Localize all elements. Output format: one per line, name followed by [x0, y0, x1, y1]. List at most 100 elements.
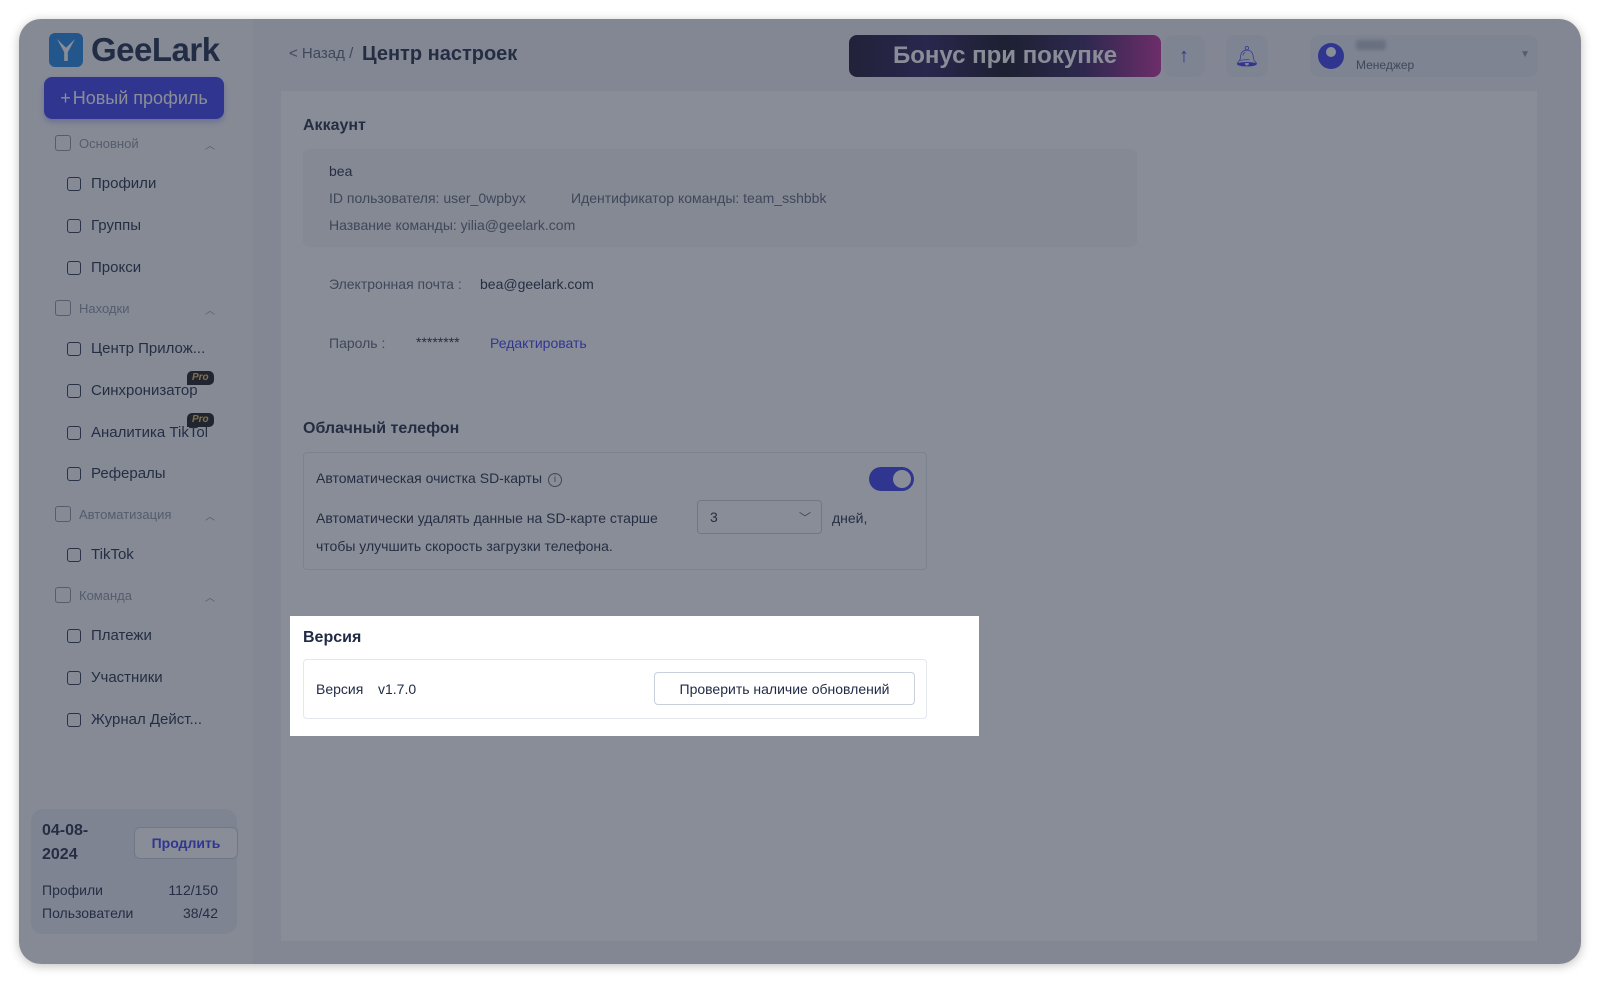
email-label: Электронная почта : — [329, 276, 462, 292]
chart-line-icon — [67, 425, 81, 440]
page-title: Центр настроек — [362, 43, 518, 65]
profiles-usage-value: 112/150 — [168, 882, 218, 898]
nav-section-label: Находки — [79, 300, 130, 316]
users-usage-value: 38/42 — [182, 905, 218, 921]
chevron-up-icon: ︿ — [205, 141, 215, 152]
sidebar-item-profiles[interactable]: Профили — [67, 175, 227, 192]
nav-section-automation[interactable]: Автоматизация ︿ — [55, 506, 215, 523]
sync-icon — [67, 383, 81, 398]
sidebar-item-label: Профили — [91, 175, 157, 192]
app-window: GeeLark + Новый профиль Основной ︿ Профи… — [19, 19, 1581, 964]
new-profile-button[interactable]: + Новый профиль — [44, 77, 224, 119]
team-id: Идентификатор команды: team_sshbbk — [571, 190, 827, 206]
geelark-logo-icon — [49, 33, 83, 67]
account-section-title: Аккаунт — [303, 117, 366, 134]
promo-banner[interactable]: Бонус при покупке — [849, 35, 1161, 77]
subscription-card: 04-08-2024 Продлить Профили 112/150 Поль… — [31, 809, 238, 934]
nav-section-label: Основной — [79, 135, 139, 151]
wallet-icon — [67, 628, 81, 643]
tiktok-icon — [67, 547, 81, 562]
sidebar-item-tiktok[interactable]: TikTok — [67, 546, 227, 563]
cloud-phone-section-title: Облачный телефон — [303, 420, 460, 437]
chevron-down-icon: ﹀ — [798, 511, 811, 525]
nav-section-team[interactable]: Команда ︿ — [55, 587, 215, 604]
notifications-button[interactable]: 🔔︎ — [1226, 35, 1268, 77]
sidebar-item-label: Центр Прилож... — [91, 340, 206, 357]
sidebar-item-activity-log[interactable]: Журнал Дейст... — [67, 711, 227, 728]
nav-section-label: Команда — [79, 587, 132, 603]
version-label: Версия — [316, 681, 364, 697]
plus-icon: + — [60, 87, 71, 108]
user-menu[interactable]: Менеджер ▼ — [1310, 35, 1538, 77]
users-usage: Пользователи 38/42 — [42, 905, 218, 921]
password-label: Пароль : — [329, 335, 386, 351]
auto-clean-toggle[interactable] — [869, 467, 914, 491]
app-name: GeeLark — [91, 31, 220, 68]
sidebar-item-label: Платежи — [91, 627, 152, 644]
upload-button[interactable]: ↑ — [1163, 35, 1205, 77]
delete-suffix: дней, — [832, 510, 868, 526]
avatar — [1318, 43, 1344, 69]
cloud-phone-card: Автоматическая очистка SD-карты i Автомат… — [303, 452, 927, 570]
edit-password-link[interactable]: Редактировать — [490, 335, 587, 351]
user-id: ID пользователя: user_0wpbyx — [329, 190, 526, 206]
sidebar-item-proxy[interactable]: Прокси — [67, 259, 227, 276]
sidebar-item-payments[interactable]: Платежи — [67, 627, 227, 644]
list-icon — [67, 218, 81, 233]
team-icon — [55, 587, 71, 603]
automation-icon — [55, 506, 71, 522]
account-card: bea ID пользователя: user_0wpbyx Идентиф… — [303, 149, 1137, 247]
caret-down-icon: ▼ — [1520, 49, 1530, 60]
version-section-title: Версия — [303, 629, 362, 646]
sidebar-item-label: Синхронизатор — [91, 382, 198, 399]
version-value: v1.7.0 — [378, 681, 417, 697]
chevron-up-icon: ︿ — [205, 512, 215, 523]
days-select[interactable]: 3 ﹀ — [697, 500, 822, 534]
bell-icon: 🔔︎ — [1234, 45, 1260, 68]
profiles-icon — [67, 176, 81, 191]
arrow-up-icon: ↑ — [1179, 44, 1189, 67]
network-icon — [67, 260, 81, 275]
users-usage-label: Пользователи — [42, 905, 134, 921]
nav-section-label: Автоматизация — [79, 506, 172, 522]
sidebar-item-label: Рефералы — [91, 465, 166, 482]
sidebar-item-label: TikTok — [91, 546, 134, 563]
profiles-usage-label: Профили — [42, 882, 103, 898]
subscription-date: 04-08-2024 — [42, 822, 89, 863]
user-name-redacted — [1356, 40, 1386, 50]
renew-button[interactable]: Продлить — [134, 827, 238, 859]
new-profile-label: Новый профиль — [72, 87, 208, 108]
account-username: bea — [329, 163, 353, 179]
email-value: bea@geelark.com — [480, 276, 594, 292]
team-name: Название команды: yilia@geelark.com — [329, 217, 576, 233]
back-link[interactable]: < Назад / — [289, 45, 353, 62]
chevron-up-icon: ︿ — [205, 593, 215, 604]
sidebar-item-members[interactable]: Участники — [67, 669, 227, 686]
sidebar-item-label: Участники — [91, 669, 163, 686]
sidebar-item-groups[interactable]: Группы — [67, 217, 227, 234]
delete-prefix: Автоматически удалять данные на SD-карте… — [316, 510, 658, 526]
user-role: Менеджер — [1356, 58, 1415, 72]
sidebar-item-label: Прокси — [91, 259, 142, 276]
delete-line2: чтобы улучшить скорость загрузки телефон… — [316, 538, 613, 554]
profiles-usage: Профили 112/150 — [42, 882, 218, 898]
document-icon — [67, 712, 81, 727]
sidebar-item-referrals[interactable]: Рефералы — [67, 465, 227, 482]
logo: GeeLark — [49, 31, 220, 69]
sidebar-item-app-center[interactable]: Центр Прилож... — [67, 340, 227, 357]
sidebar-item-label: Группы — [91, 217, 141, 234]
password-value: ******** — [416, 334, 460, 350]
version-card: Версия v1.7.0 Проверить наличие обновлен… — [303, 659, 927, 719]
auto-clean-row: Автоматическая очистка SD-карты i — [316, 470, 563, 487]
nav-section-finds[interactable]: Находки ︿ — [55, 300, 215, 317]
nav-section-main[interactable]: Основной ︿ — [55, 135, 215, 152]
check-updates-button[interactable]: Проверить наличие обновлений — [654, 672, 915, 705]
sidebar: GeeLark + Новый профиль Основной ︿ Профи… — [19, 19, 253, 964]
chevron-up-icon: ︿ — [205, 306, 215, 317]
sidebar-item-tiktok-analytics[interactable]: Аналитика TikTok — [67, 424, 207, 441]
apps-icon — [67, 341, 81, 356]
home-icon — [55, 135, 71, 151]
user-icon — [67, 670, 81, 685]
sidebar-item-label: Журнал Дейст... — [91, 711, 202, 728]
info-icon[interactable]: i — [548, 473, 563, 487]
